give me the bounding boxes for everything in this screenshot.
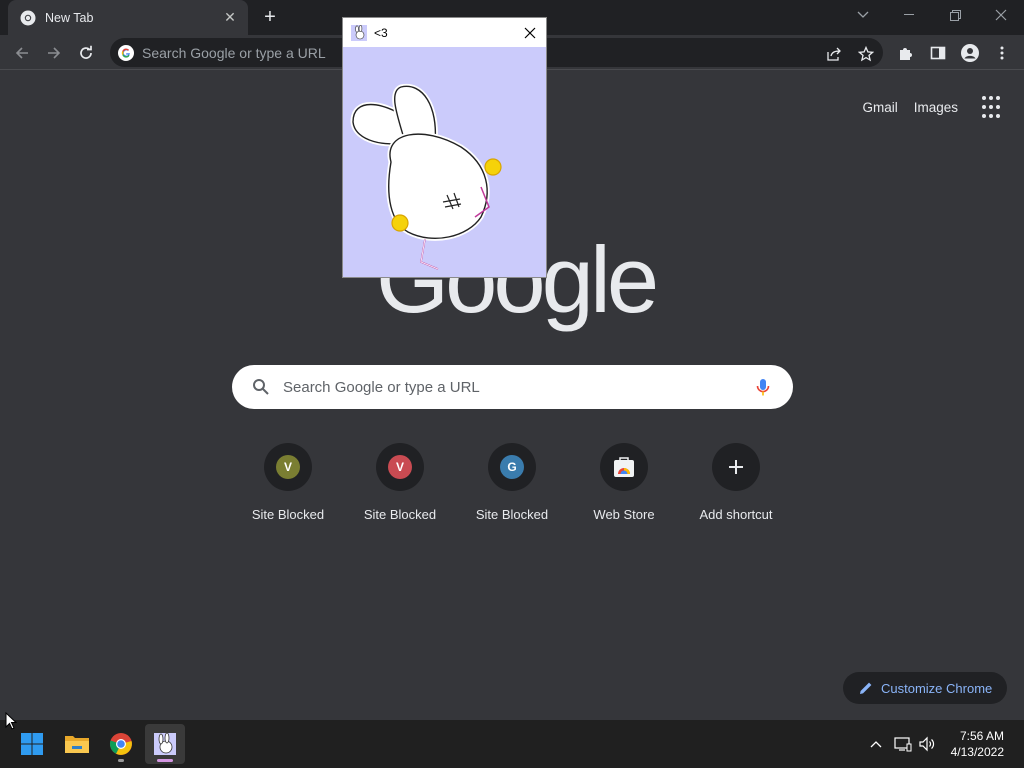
avatar-icon: [961, 44, 979, 62]
search-placeholder: Search Google or type a URL: [283, 378, 480, 396]
shortcut-label: Web Store: [593, 507, 655, 522]
shortcut-label: Site Blocked: [363, 507, 437, 522]
arrow-left-icon: [15, 47, 28, 59]
close-icon[interactable]: [522, 25, 538, 41]
shortcut-site-blocked-2[interactable]: V Site Blocked: [344, 443, 456, 522]
pencil-icon: [860, 682, 872, 694]
bookmark-button[interactable]: [855, 43, 877, 65]
bunny-app-icon: [351, 24, 367, 41]
clock-date: 4/13/2022: [950, 745, 1004, 759]
ntp-search-box[interactable]: Search Google or type a URL: [232, 365, 793, 409]
shortcut-label: Add shortcut: [699, 507, 773, 522]
reload-icon: [80, 45, 92, 59]
restore-button[interactable]: [932, 0, 978, 30]
close-icon: [995, 9, 1007, 21]
restore-icon: [949, 9, 961, 21]
forward-button[interactable]: [41, 40, 67, 66]
bunny-illustration: [350, 83, 502, 270]
web-store-icon: [614, 457, 634, 477]
reload-button[interactable]: [73, 40, 99, 66]
folder-icon: [65, 736, 89, 753]
shortcut-tile: V: [376, 443, 424, 491]
popup-window: <3: [342, 17, 547, 278]
popup-title: <3: [374, 25, 388, 40]
close-icon[interactable]: ✕: [222, 9, 238, 26]
arrow-right-icon: [48, 47, 61, 59]
back-button[interactable]: [9, 40, 35, 66]
share-button[interactable]: [823, 43, 845, 65]
customize-chrome-button[interactable]: Customize Chrome: [843, 672, 1007, 704]
shortcut-letter-icon: V: [276, 455, 300, 479]
network-button[interactable]: [893, 734, 913, 754]
shortcut-label: Site Blocked: [475, 507, 549, 522]
volume-button[interactable]: [917, 734, 937, 754]
side-panel-button[interactable]: [925, 40, 951, 66]
omnibox-placeholder: Search Google or type a URL: [142, 44, 326, 61]
system-clock[interactable]: 7:56 AM 4/13/2022: [951, 728, 1004, 760]
customize-label: Customize Chrome: [881, 680, 993, 696]
chrome-taskbar-button[interactable]: [101, 724, 141, 764]
speaker-icon: [919, 736, 935, 752]
shortcuts-grid: V Site Blocked V Site Blocked G Site Blo…: [232, 443, 792, 543]
shortcut-add[interactable]: Add shortcut: [680, 443, 792, 522]
file-explorer-button[interactable]: [57, 724, 97, 764]
windows-logo-icon: [21, 733, 43, 755]
shortcut-tile: [600, 443, 648, 491]
images-link[interactable]: Images: [914, 100, 958, 115]
gmail-link[interactable]: Gmail: [862, 100, 897, 115]
bunny-app-icon: [154, 732, 176, 755]
show-hidden-icons-button[interactable]: [866, 734, 886, 754]
shortcut-letter-icon: G: [500, 455, 524, 479]
clock-time: 7:56 AM: [959, 729, 1004, 743]
tab-title: New Tab: [45, 10, 94, 25]
extensions-button[interactable]: [893, 40, 919, 66]
bunny-app-taskbar-button[interactable]: [145, 724, 185, 764]
shortcut-site-blocked-3[interactable]: G Site Blocked: [456, 443, 568, 522]
shortcut-letter-icon: V: [388, 455, 412, 479]
windows-taskbar: 7:56 AM 4/13/2022: [0, 720, 1024, 768]
chrome-icon: [109, 733, 132, 755]
plus-icon: [729, 460, 743, 474]
chevron-up-icon: [870, 741, 882, 748]
running-indicator: [118, 759, 124, 762]
shortcut-tile: V: [264, 443, 312, 491]
side-panel-icon: [930, 46, 946, 60]
more-vert-icon: [1000, 46, 1004, 60]
active-indicator: [157, 759, 173, 762]
chrome-icon: [20, 10, 36, 25]
menu-button[interactable]: [989, 40, 1015, 66]
shortcut-tile: [712, 443, 760, 491]
shortcut-web-store[interactable]: Web Store: [568, 443, 680, 522]
star-icon: [858, 46, 874, 62]
network-icon: [894, 737, 912, 752]
minimize-icon: [904, 14, 914, 15]
share-icon: [827, 47, 841, 61]
new-tab-button[interactable]: +: [259, 6, 281, 28]
shortcut-label: Site Blocked: [251, 507, 325, 522]
start-button[interactable]: [12, 724, 52, 764]
google-g-icon: [118, 44, 134, 61]
chevron-down-icon: [857, 11, 869, 18]
ntp-top-links: Gmail Images: [862, 94, 1006, 120]
apps-grid-icon[interactable]: [982, 96, 1006, 120]
popup-titlebar[interactable]: <3: [343, 18, 546, 47]
microphone-icon[interactable]: [753, 377, 773, 397]
puzzle-icon: [900, 48, 912, 60]
tab-search-button[interactable]: [840, 0, 886, 30]
shortcut-site-blocked-1[interactable]: V Site Blocked: [232, 443, 344, 522]
tab-new-tab[interactable]: New Tab ✕: [8, 0, 248, 35]
search-icon: [253, 379, 269, 395]
profile-button[interactable]: [957, 40, 983, 66]
window-close-button[interactable]: [978, 0, 1024, 30]
mouse-cursor-icon: [5, 712, 17, 730]
shortcut-tile: G: [488, 443, 536, 491]
minimize-button[interactable]: [886, 0, 932, 30]
